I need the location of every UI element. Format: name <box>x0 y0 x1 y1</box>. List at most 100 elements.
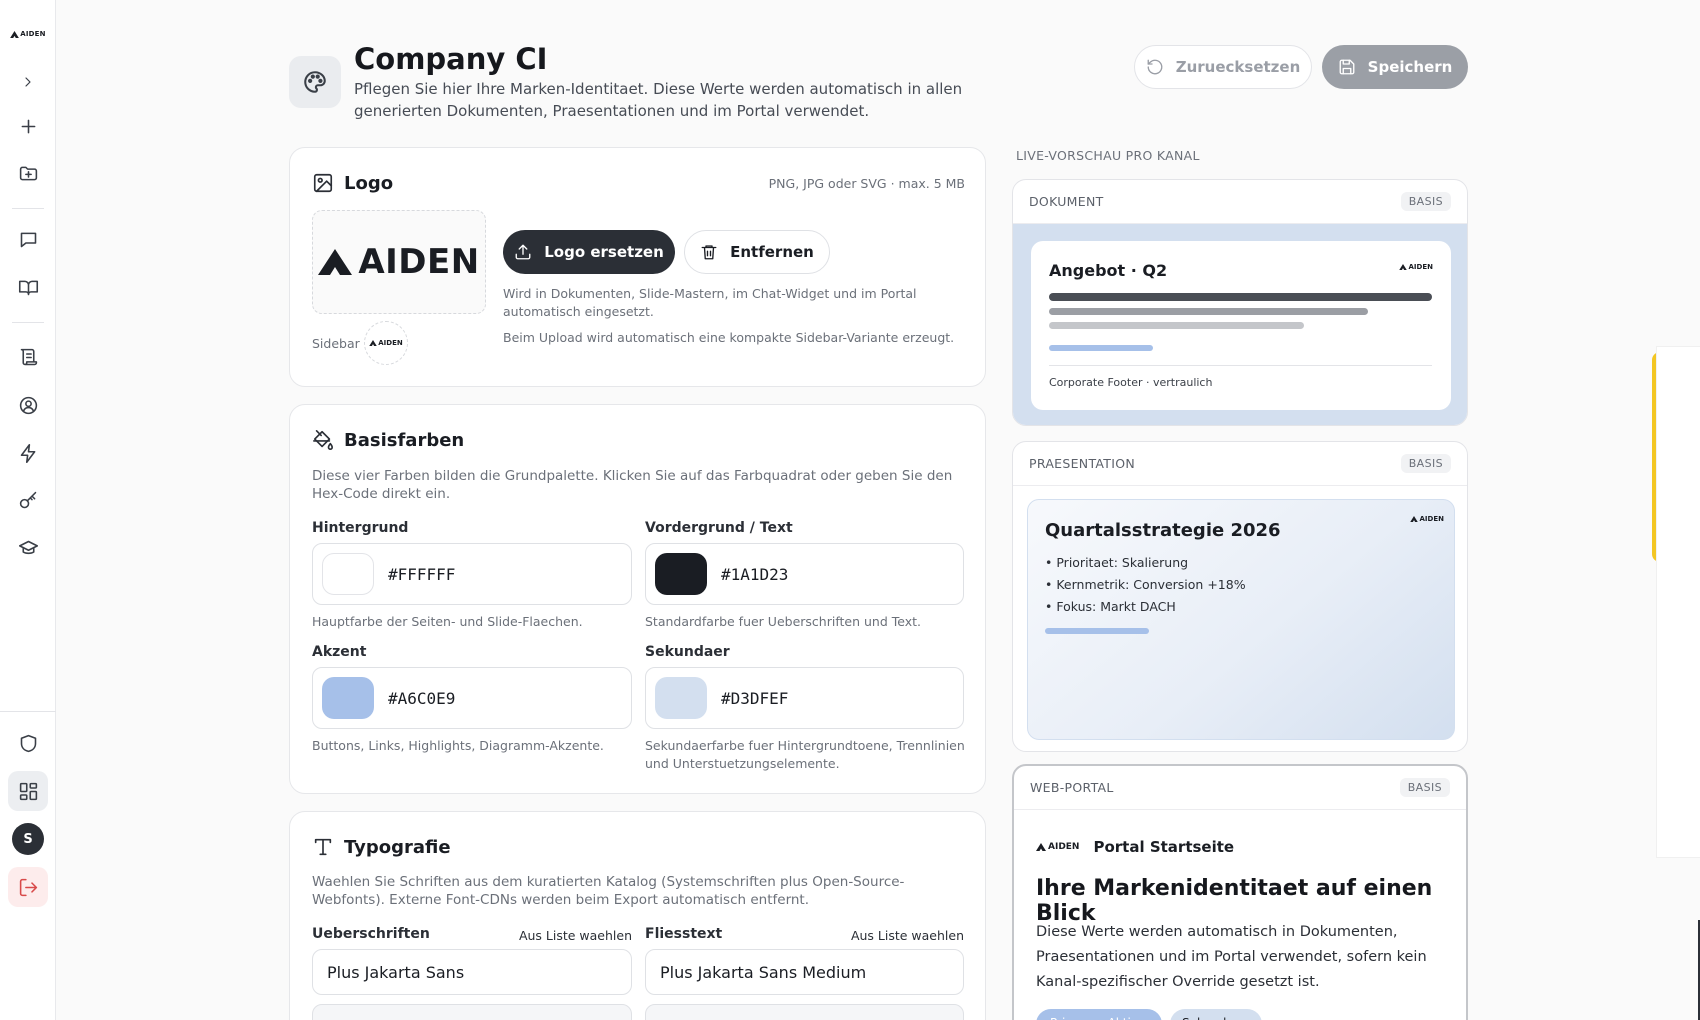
automations-button[interactable] <box>8 433 48 473</box>
save-button[interactable]: Speichern <box>1322 45 1468 89</box>
expand-sidebar-button[interactable] <box>8 62 48 102</box>
typography-card: Typografie Waehlen Sie Schriften aus dem… <box>289 811 986 1020</box>
foreground-color-help: Standardfarbe fuer Ueberschriften und Te… <box>645 614 921 629</box>
document-accent-line <box>1049 345 1153 351</box>
document-divider <box>1049 365 1432 366</box>
accent-color-field[interactable]: #A6C0E9 <box>312 667 632 729</box>
presentation-preview-badge: BASIS <box>1400 454 1451 473</box>
secondary-color-help: Sekundaerfarbe fuer Hintergrundtoene, Tr… <box>645 738 965 771</box>
base-colors-card: Basisfarben Diese vier Farben bilden die… <box>289 404 986 794</box>
plus-icon <box>21 119 35 133</box>
scroll-icon <box>20 348 37 365</box>
slide-bullets: • Prioritaet: Skalierung • Kernmetrik: C… <box>1045 552 1246 618</box>
shield-icon <box>20 734 36 752</box>
graduation-cap-icon <box>18 540 38 554</box>
documents-button[interactable] <box>8 337 48 377</box>
document-preview-badge: BASIS <box>1400 192 1451 211</box>
background-color-hex[interactable]: #FFFFFF <box>388 565 455 584</box>
body-font-pick-link[interactable]: Aus Liste waehlen <box>842 927 964 945</box>
portal-headline: Ihre Markenidentitaet auf einen Blick <box>1036 876 1433 926</box>
heading-font-label: Ueberschriften <box>312 926 430 942</box>
colors-card-title: Basisfarben <box>312 429 464 451</box>
reset-button[interactable]: Zuruecksetzen <box>1134 45 1312 89</box>
sidebar-logo-preview[interactable]: AIDEN <box>364 321 408 365</box>
presentation-slide: Quartalsstrategie 2026 AIDEN • Prioritae… <box>1027 499 1455 740</box>
heading-font-sample <box>312 1004 632 1020</box>
heading-font-select[interactable]: Plus Jakarta Sans <box>312 949 632 995</box>
portal-nav-title: Portal Startseite <box>1093 838 1235 856</box>
rotate-ccw-icon <box>1147 59 1163 75</box>
secondary-color-field[interactable]: #D3DFEF <box>645 667 964 729</box>
reset-button-label: Zuruecksetzen <box>1175 58 1301 76</box>
layout-grid-icon <box>19 782 37 800</box>
document-preview-header: DOKUMENT BASIS <box>1013 180 1467 224</box>
typography-card-description: Waehlen Sie Schriften aus dem kuratierte… <box>312 874 905 908</box>
document-logo-text: AIDEN <box>1408 263 1433 271</box>
knowledge-button[interactable] <box>8 267 48 307</box>
brand-mark-icon <box>1398 264 1407 270</box>
profile-button[interactable] <box>8 385 48 425</box>
document-text-line <box>1049 308 1368 315</box>
side-panel-edge <box>1657 347 1700 857</box>
brand-logo[interactable]: AIDEN <box>8 24 48 44</box>
accent-color-swatch[interactable] <box>322 677 374 719</box>
logout-button[interactable] <box>8 867 48 907</box>
academy-button[interactable] <box>8 528 48 568</box>
type-icon <box>314 838 332 856</box>
brand-mark-icon <box>1409 516 1418 522</box>
paint-bucket-icon <box>313 430 333 450</box>
accent-color-label: Akzent <box>312 644 367 660</box>
foreground-color-swatch[interactable] <box>655 553 707 595</box>
secondary-color-hex[interactable]: #D3DFEF <box>721 689 788 708</box>
document-logo: AIDEN <box>1398 263 1433 271</box>
company-ci-button[interactable] <box>8 771 48 811</box>
colors-card-description: Diese vier Farben bilden die Grundpalett… <box>312 468 953 502</box>
colors-card-title-text: Basisfarben <box>344 429 465 451</box>
slide-title: Quartalsstrategie 2026 <box>1045 520 1281 541</box>
foreground-color-hex[interactable]: #1A1D23 <box>721 565 788 584</box>
secondary-color-label: Sekundaer <box>645 644 730 660</box>
sidebar-logo-label: Sidebar <box>312 336 360 351</box>
chats-button[interactable] <box>8 219 48 259</box>
portal-logo-text: AIDEN <box>1048 842 1080 852</box>
nav-rail: AIDEN S <box>0 0 56 1020</box>
typography-card-title-text: Typografie <box>344 836 451 858</box>
foreground-color-field[interactable]: #1A1D23 <box>645 543 964 605</box>
remove-logo-button[interactable]: Entfernen <box>684 230 830 274</box>
brand-mark-icon <box>10 30 20 38</box>
logo-card-title-text: Logo <box>344 172 394 194</box>
page-subtitle: Pflegen Sie hier Ihre Marken-Identitaet.… <box>354 80 963 120</box>
replace-logo-label: Logo ersetzen <box>544 243 664 261</box>
portal-body-text: Diese Werte werden automatisch in Dokume… <box>1036 924 1427 990</box>
new-folder-button[interactable] <box>8 153 48 193</box>
background-color-swatch[interactable] <box>322 553 374 595</box>
presentation-preview-header: PRAESENTATION BASIS <box>1013 442 1467 486</box>
avatar-initial: S <box>12 823 44 855</box>
web-portal-preview-kind: WEB-PORTAL <box>1030 780 1114 795</box>
remove-logo-label: Entfernen <box>730 243 814 261</box>
secondary-color-swatch[interactable] <box>655 677 707 719</box>
api-keys-button[interactable] <box>8 480 48 520</box>
user-avatar[interactable]: S <box>8 819 48 859</box>
heading-font-pick-link[interactable]: Aus Liste waehlen <box>510 927 632 945</box>
background-color-field[interactable]: #FFFFFF <box>312 543 632 605</box>
logo-upload-hint: Beim Upload wird automatisch eine kompak… <box>503 330 955 345</box>
body-font-label: Fliesstext <box>645 926 723 942</box>
portal-logo: AIDEN <box>1036 842 1079 852</box>
image-icon <box>313 173 333 193</box>
security-button[interactable] <box>8 723 48 763</box>
rail-divider <box>0 711 56 712</box>
body-font-select[interactable]: Plus Jakarta Sans Medium <box>645 949 964 995</box>
portal-secondary-button[interactable]: Sekundaer <box>1170 1009 1262 1020</box>
logo-preview[interactable]: AIDEN <box>312 210 486 314</box>
accent-color-hex[interactable]: #A6C0E9 <box>388 689 455 708</box>
logo-wordmark: AIDEN <box>358 242 480 282</box>
background-color-help: Hauptfarbe der Seiten- und Slide-Flaeche… <box>312 614 583 629</box>
rail-divider <box>12 208 44 209</box>
portal-primary-button[interactable]: Primaere Aktion <box>1036 1009 1162 1020</box>
sidebar-logo-wordmark: AIDEN <box>378 339 403 347</box>
web-portal-preview-badge: BASIS <box>1399 778 1450 797</box>
new-chat-button[interactable] <box>8 106 48 146</box>
replace-logo-button[interactable]: Logo ersetzen <box>503 230 675 274</box>
document-preview-card: DOKUMENT BASIS Angebot · Q2 AIDEN Corpor… <box>1012 179 1468 426</box>
